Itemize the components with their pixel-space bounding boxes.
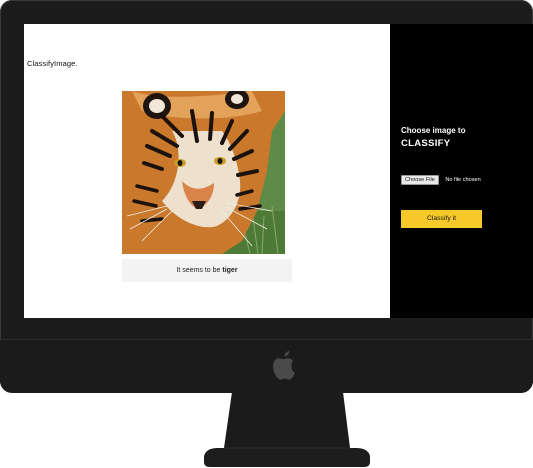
tiger-photo <box>122 91 285 254</box>
sidebar: Choose image to CLASSIFY Choose File No … <box>390 24 533 318</box>
result-label: tiger <box>222 267 238 274</box>
monitor: ClassifyImage. It seems to be tiger Choo… <box>0 0 533 393</box>
file-input[interactable]: Choose File No file chosen <box>401 171 481 185</box>
choose-file-button[interactable]: Choose File <box>401 174 439 185</box>
main-panel: ClassifyImage. It seems to be tiger <box>24 24 390 318</box>
apple-logo-icon <box>273 350 297 380</box>
choose-image-prompt: Choose image to <box>401 126 466 135</box>
classify-button[interactable]: Classify it <box>401 210 482 228</box>
classify-heading: CLASSIFY <box>401 138 451 149</box>
file-status-text: No file chosen <box>445 176 481 183</box>
result-text: It seems to be tiger <box>122 259 292 282</box>
monitor-chin <box>0 339 533 393</box>
result-prefix: It seems to be <box>176 267 221 274</box>
brand-title: ClassifyImage. <box>27 59 78 68</box>
screen: ClassifyImage. It seems to be tiger Choo… <box>24 24 533 318</box>
